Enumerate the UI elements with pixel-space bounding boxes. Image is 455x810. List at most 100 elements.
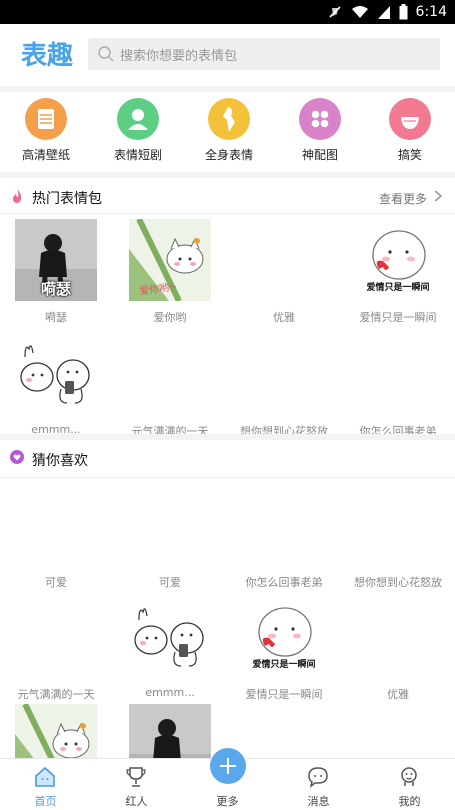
sticker-thumbnail bbox=[357, 333, 439, 415]
sticker-item[interactable]: 优雅 bbox=[344, 596, 452, 702]
plus-icon bbox=[220, 758, 236, 774]
grid-icon bbox=[299, 98, 341, 140]
sticker-thumbnail bbox=[15, 333, 97, 415]
wallpaper-icon bbox=[25, 98, 67, 140]
sticker-caption: 可爱 bbox=[159, 576, 181, 589]
sticker-item[interactable]: 可爱 bbox=[2, 484, 110, 590]
sticker-thumbnail bbox=[129, 596, 211, 678]
sticker-caption: 元气满满的一天 bbox=[17, 688, 95, 701]
sticker-caption: 爱你哟 bbox=[153, 311, 187, 324]
view-more-link[interactable]: 查看更多 bbox=[379, 190, 427, 207]
sticker-item[interactable]: 你怎么回事老弟 bbox=[344, 333, 452, 439]
divider bbox=[0, 86, 455, 92]
battery-icon bbox=[399, 4, 408, 20]
sticker-overlay-text: 嗬瑟 bbox=[40, 280, 71, 298]
sticker-caption: emmm... bbox=[145, 686, 195, 699]
search-icon bbox=[98, 46, 114, 62]
sticker-item[interactable]: 爱情只是一瞬间 爱情只是一瞬间 bbox=[230, 596, 338, 702]
mute-icon bbox=[328, 6, 341, 18]
sticker-item[interactable]: 优雅 bbox=[230, 219, 338, 325]
sticker-thumbnail bbox=[15, 484, 97, 566]
flame-icon bbox=[13, 189, 22, 203]
category-bar: 高清壁纸 表情短剧 全身表情 神配图 搞笑 bbox=[0, 94, 455, 170]
category-label: 神配图 bbox=[301, 148, 338, 162]
tab-label: 消息 bbox=[307, 795, 330, 808]
tab-profile[interactable]: 我的 bbox=[364, 759, 455, 810]
tab-label: 红人 bbox=[125, 795, 148, 808]
tab-home[interactable]: 首页 bbox=[0, 759, 91, 810]
category-grid[interactable]: 神配图 bbox=[280, 98, 360, 163]
divider bbox=[0, 213, 455, 214]
sticker-thumbnail: 爱你哟~ bbox=[129, 219, 211, 301]
sticker-thumbnail bbox=[243, 219, 325, 301]
sticker-overlay-text: 爱情只是一瞬间 bbox=[366, 283, 430, 293]
hot-section-header: 热门表情包 查看更多 bbox=[0, 178, 455, 214]
smile-icon bbox=[389, 98, 431, 140]
sticker-item[interactable]: 嗬瑟 嗬瑟 bbox=[2, 219, 110, 325]
sticker-item[interactable]: 可爱 bbox=[116, 484, 224, 590]
sticker-thumbnail bbox=[129, 484, 211, 566]
tab-label: 首页 bbox=[34, 795, 57, 808]
search-input[interactable]: 搜索你想要的表情包 bbox=[88, 38, 440, 70]
sticker-thumbnail bbox=[129, 333, 211, 415]
category-body[interactable]: 全身表情 bbox=[189, 98, 269, 163]
sticker-thumbnail: 爱情只是一瞬间 bbox=[357, 219, 439, 301]
sticker-item[interactable]: 想你想到心花怒放 bbox=[344, 484, 452, 590]
sticker-thumbnail bbox=[243, 333, 325, 415]
sticker-caption: 嗬瑟 bbox=[45, 311, 67, 324]
sticker-caption: 爱情只是一瞬间 bbox=[359, 311, 437, 324]
category-label: 高清壁纸 bbox=[21, 148, 70, 162]
category-drama[interactable]: 表情短剧 bbox=[98, 98, 178, 163]
status-time: 6:14 bbox=[415, 4, 447, 20]
sticker-thumbnail bbox=[15, 596, 97, 678]
heart-icon bbox=[10, 450, 24, 464]
category-label: 搞笑 bbox=[397, 148, 422, 162]
sticker-caption: 优雅 bbox=[387, 688, 409, 701]
sticker-caption: 你怎么回事老弟 bbox=[245, 576, 323, 589]
tab-messages[interactable]: 消息 bbox=[273, 759, 364, 810]
sticker-item[interactable]: emmm... bbox=[116, 596, 224, 699]
category-wallpaper[interactable]: 高清壁纸 bbox=[6, 98, 86, 163]
sticker-item[interactable]: 想你想到心花怒放 bbox=[230, 333, 338, 439]
app-header: 表趣 搜索你想要的表情包 bbox=[0, 24, 455, 86]
sticker-thumbnail bbox=[243, 484, 325, 566]
tab-label: 更多 bbox=[216, 795, 239, 808]
profile-icon bbox=[401, 767, 417, 786]
sticker-thumbnail: 嗬瑟 bbox=[15, 219, 97, 301]
add-button[interactable] bbox=[210, 748, 246, 784]
tab-celebrity[interactable]: 红人 bbox=[91, 759, 182, 810]
section-title: 热门表情包 bbox=[32, 191, 102, 207]
guess-section-header: 猜你喜欢 bbox=[0, 440, 455, 476]
sticker-item[interactable]: emmm... bbox=[2, 333, 110, 436]
sticker-item[interactable]: 元气满满的一天 bbox=[2, 596, 110, 702]
sticker-caption: 可爱 bbox=[45, 576, 67, 589]
sticker-thumbnail: 爱情只是一瞬间 bbox=[243, 596, 325, 678]
sticker-thumbnail bbox=[357, 596, 439, 678]
svg-text:表趣: 表趣 bbox=[21, 41, 73, 70]
sticker-caption: 想你想到心花怒放 bbox=[354, 576, 442, 589]
trophy-icon bbox=[126, 767, 146, 787]
status-bar: 6:14 bbox=[0, 0, 455, 24]
sticker-overlay-text: 爱情只是一瞬间 bbox=[252, 660, 316, 670]
signal-icon bbox=[377, 6, 390, 19]
sticker-caption: 优雅 bbox=[273, 311, 295, 324]
app-logo: 表趣 bbox=[20, 36, 78, 71]
search-placeholder: 搜索你想要的表情包 bbox=[120, 49, 238, 64]
home-icon bbox=[35, 766, 55, 787]
sticker-item[interactable]: 元气满满的一天 bbox=[116, 333, 224, 439]
sticker-caption: 爱情只是一瞬间 bbox=[245, 688, 323, 701]
category-label: 全身表情 bbox=[204, 148, 253, 162]
section-title: 猜你喜欢 bbox=[32, 453, 88, 469]
category-funny[interactable]: 搞笑 bbox=[370, 98, 450, 163]
divider bbox=[0, 477, 455, 478]
chevron-right-icon[interactable] bbox=[433, 189, 443, 203]
body-icon bbox=[208, 98, 250, 140]
sticker-item[interactable]: 你怎么回事老弟 bbox=[230, 484, 338, 590]
message-icon bbox=[308, 767, 328, 788]
sticker-item[interactable]: 爱情只是一瞬间 爱情只是一瞬间 bbox=[344, 219, 452, 325]
sticker-item[interactable]: 爱你哟~ 爱你哟 bbox=[116, 219, 224, 325]
category-label: 表情短剧 bbox=[113, 148, 162, 162]
wifi-icon bbox=[351, 6, 368, 18]
tab-label: 我的 bbox=[398, 795, 421, 808]
drama-icon bbox=[117, 98, 159, 140]
